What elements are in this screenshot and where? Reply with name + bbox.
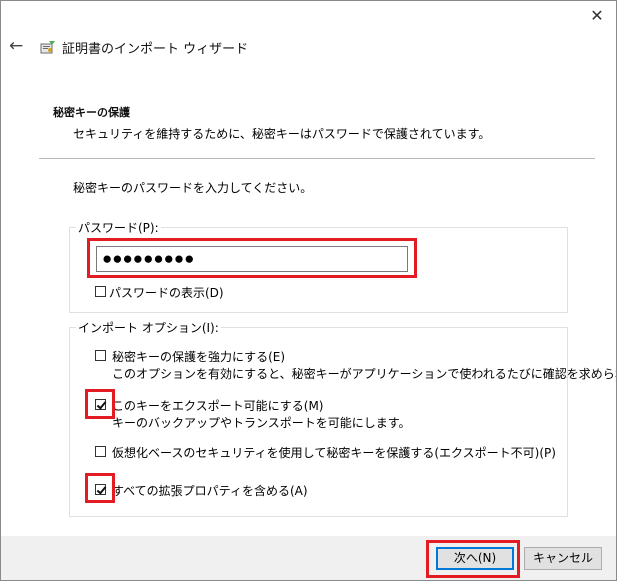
virtualization-security-label[interactable]: 仮想化ベースのセキュリティを使用して秘密キーを保護する(エクスポート不可)(P) <box>112 444 556 461</box>
password-label: パスワード(P): <box>76 219 161 236</box>
back-arrow-icon[interactable]: ← <box>9 37 27 55</box>
include-extended-properties-label[interactable]: すべての拡張プロパティを含める(A) <box>112 482 308 499</box>
next-button[interactable]: 次へ(N) <box>436 547 514 570</box>
cancel-button[interactable]: キャンセル <box>524 547 602 570</box>
import-options-group: インポート オプション(I): 秘密キーの保護を強力にする(E) このオプション… <box>69 319 616 517</box>
exportable-key-description: キーのバックアップやトランスポートを可能にします。 <box>112 416 411 430</box>
virtualization-security-checkbox[interactable] <box>95 446 106 457</box>
import-options-label: インポート オプション(I): <box>76 319 221 336</box>
include-extended-properties-checkbox[interactable] <box>95 484 106 495</box>
section-title: 秘密キーの保護 <box>53 106 130 119</box>
wizard-footer: 次へ(N) キャンセル <box>1 536 616 580</box>
strong-protection-label[interactable]: 秘密キーの保護を強力にする(E) <box>112 348 285 365</box>
password-group: パスワード(P): パスワードの表示(D) <box>69 219 568 313</box>
password-field[interactable] <box>96 246 408 272</box>
show-password-label[interactable]: パスワードの表示(D) <box>109 284 224 301</box>
exportable-key-checkbox[interactable] <box>95 399 106 410</box>
show-password-checkbox[interactable] <box>95 286 106 297</box>
exportable-key-label[interactable]: このキーをエクスポート可能にする(M) <box>112 397 323 414</box>
wizard-window: ✕ ← 証明書のインポート ウィザード 秘密キーの保護 セキュリティを維持するた… <box>0 0 617 581</box>
header-divider <box>39 158 595 159</box>
section-description: セキュリティを維持するために、秘密キーはパスワードで保護されています。 <box>73 127 491 141</box>
wizard-title: 証明書のインポート ウィザード <box>62 42 249 57</box>
strong-protection-description: このオプションを有効にすると、秘密キーがアプリケーションで使われるたびに確認を求… <box>112 367 617 381</box>
close-icon[interactable]: ✕ <box>582 3 612 29</box>
certificate-wizard-icon <box>40 41 55 54</box>
password-instruction: 秘密キーのパスワードを入力してください。 <box>73 181 313 195</box>
strong-protection-checkbox[interactable] <box>95 350 106 361</box>
